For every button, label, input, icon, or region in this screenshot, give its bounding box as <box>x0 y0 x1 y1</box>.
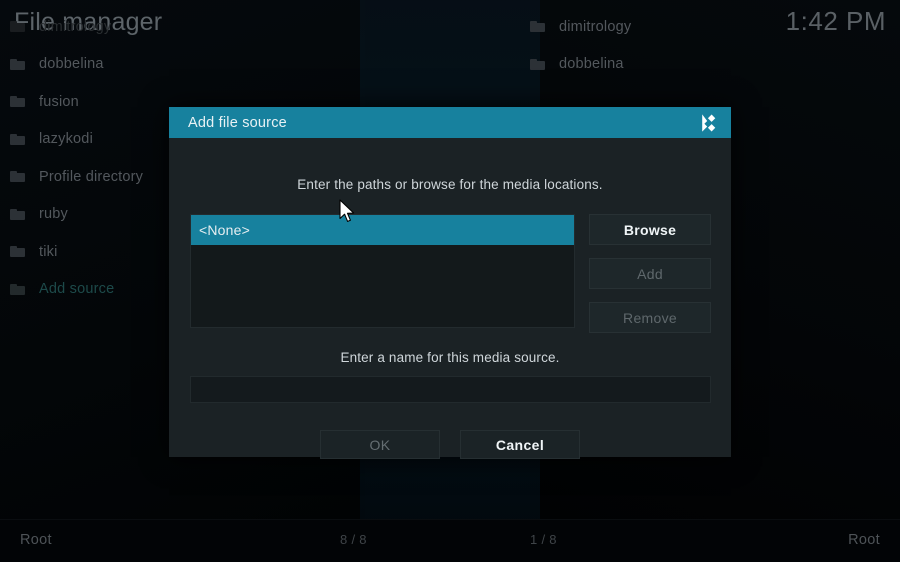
folder-icon <box>10 171 25 183</box>
folder-icon <box>530 58 545 70</box>
status-root-left: Root <box>20 532 52 548</box>
folder-icon <box>10 283 25 295</box>
cancel-button[interactable]: Cancel <box>460 430 580 459</box>
ok-button[interactable]: OK <box>320 430 440 459</box>
add-button[interactable]: Add <box>589 258 711 289</box>
list-item[interactable]: dobbelina <box>0 46 360 84</box>
list-item-label: dimitrology <box>559 18 632 35</box>
path-list[interactable]: <None> <box>190 214 575 328</box>
dialog-titlebar: Add file source <box>169 107 731 138</box>
list-item-label: Add source <box>39 281 115 298</box>
file-list-right: dimitrology dobbelina <box>520 8 880 83</box>
add-file-source-dialog: Add file source Enter the paths or brows… <box>169 107 731 459</box>
path-list-item-label: <None> <box>199 222 251 238</box>
kodi-logo-icon <box>697 111 721 135</box>
name-hint-label: Enter a name for this media source. <box>340 350 560 365</box>
status-count-right: 1 / 8 <box>530 532 557 547</box>
list-item-label: fusion <box>39 93 79 110</box>
list-item[interactable]: dimitrology <box>520 8 880 46</box>
dialog-body: Enter the paths or browse for the media … <box>169 138 731 459</box>
list-item-label: lazykodi <box>39 131 93 148</box>
list-item[interactable]: dimitrology <box>0 8 360 46</box>
list-item-label: ruby <box>39 206 69 223</box>
list-item-label: tiki <box>39 243 58 260</box>
folder-icon <box>10 21 25 33</box>
status-root-right: Root <box>848 532 880 548</box>
folder-icon <box>10 96 25 108</box>
folder-icon <box>10 208 25 220</box>
list-item-label: Profile directory <box>39 168 144 185</box>
list-item[interactable]: dobbelina <box>520 46 880 84</box>
status-count-left: 8 / 8 <box>340 532 367 547</box>
media-source-name-input[interactable] <box>190 376 711 403</box>
browse-button[interactable]: Browse <box>589 214 711 245</box>
list-item-label: dobbelina <box>39 56 104 73</box>
folder-icon <box>10 246 25 258</box>
dialog-title: Add file source <box>188 114 287 131</box>
kodi-screen: File manager 1:42 PM dimitrology dobbeli… <box>0 0 900 562</box>
list-item-label: dobbelina <box>559 56 624 73</box>
paths-hint-label: Enter the paths or browse for the media … <box>297 177 603 192</box>
list-item-label: dimitrology <box>39 18 112 35</box>
folder-icon <box>10 58 25 70</box>
folder-icon <box>10 133 25 145</box>
path-list-item[interactable]: <None> <box>191 215 574 245</box>
folder-icon <box>530 21 545 33</box>
status-bar: Root 8 / 8 1 / 8 Root <box>0 519 900 562</box>
remove-button[interactable]: Remove <box>589 302 711 333</box>
